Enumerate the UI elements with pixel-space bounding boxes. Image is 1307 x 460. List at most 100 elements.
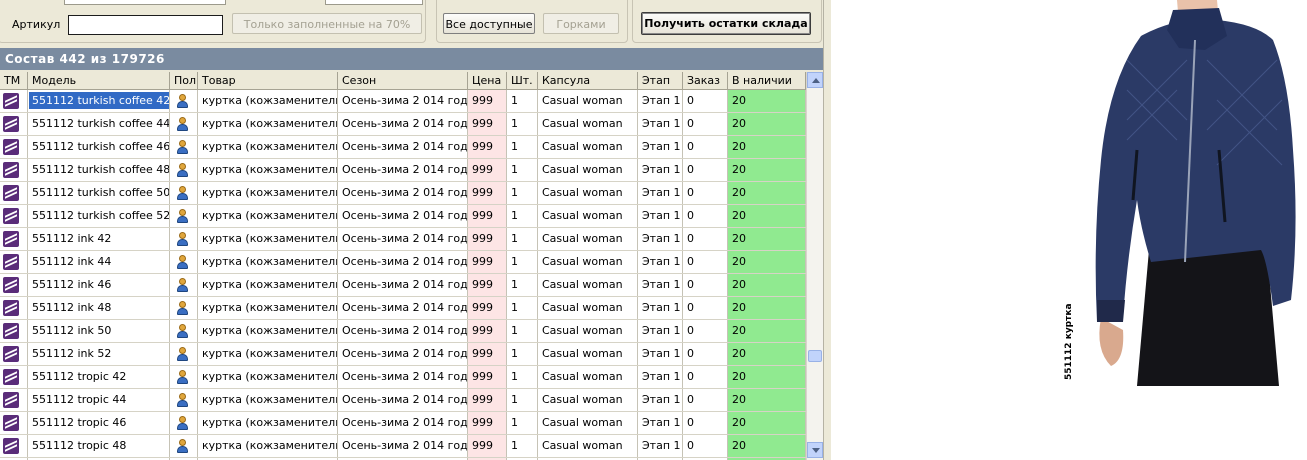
qty-cell[interactable]: 1 xyxy=(507,205,538,227)
avail-cell[interactable]: 20 xyxy=(728,435,806,457)
season-cell[interactable]: Осень-зима 2 014 года xyxy=(338,205,468,227)
avail-cell[interactable]: 20 xyxy=(728,159,806,181)
order-cell[interactable]: 0 xyxy=(683,228,728,250)
gender-column-header[interactable]: Пол xyxy=(170,72,198,89)
gender-cell[interactable] xyxy=(170,389,198,411)
item-cell[interactable]: куртка (кожзаменитель) xyxy=(198,182,338,204)
item-cell[interactable]: куртка (кожзаменитель) xyxy=(198,366,338,388)
price-cell[interactable]: 999 xyxy=(468,182,507,204)
avail-cell[interactable]: 20 xyxy=(728,228,806,250)
model-cell[interactable]: 551112 tropic 48 xyxy=(28,435,170,457)
avail-cell[interactable]: 20 xyxy=(728,274,806,296)
capsule-cell[interactable]: Casual woman xyxy=(538,251,638,273)
price-cell[interactable]: 999 xyxy=(468,366,507,388)
article-input[interactable] xyxy=(68,15,223,35)
qty-cell[interactable]: 1 xyxy=(507,182,538,204)
season-cell[interactable]: Осень-зима 2 014 года xyxy=(338,159,468,181)
capsule-cell[interactable]: Casual woman xyxy=(538,136,638,158)
avail-cell[interactable]: 20 xyxy=(728,90,806,112)
stage-cell[interactable]: Этап 1 xyxy=(638,251,683,273)
table-row[interactable]: 551112 ink 50 куртка (кожзаменитель) Осень… xyxy=(0,320,806,343)
model-cell[interactable]: 551112 turkish coffee 44 xyxy=(28,113,170,135)
avail-cell[interactable]: 20 xyxy=(728,412,806,434)
stage-cell[interactable]: Этап 1 xyxy=(638,90,683,112)
order-cell[interactable]: 0 xyxy=(683,435,728,457)
avail-cell[interactable]: 20 xyxy=(728,251,806,273)
capsule-cell[interactable]: Casual woman xyxy=(538,389,638,411)
order-cell[interactable]: 0 xyxy=(683,136,728,158)
qty-cell[interactable]: 1 xyxy=(507,251,538,273)
capsule-cell[interactable]: Casual woman xyxy=(538,182,638,204)
model-cell[interactable]: 551112 ink 46 xyxy=(28,274,170,296)
brand-cell[interactable] xyxy=(0,343,28,365)
table-row[interactable]: 551112 ink 46 куртка (кожзаменитель) Осень… xyxy=(0,274,806,297)
model-cell[interactable]: 551112 turkish coffee 42 xyxy=(28,90,170,112)
avail-cell[interactable]: 20 xyxy=(728,113,806,135)
qty-cell[interactable]: 1 xyxy=(507,90,538,112)
brand-cell[interactable] xyxy=(0,366,28,388)
availability-column-header[interactable]: В наличии xyxy=(728,72,806,89)
price-cell[interactable]: 999 xyxy=(468,389,507,411)
scroll-down-button[interactable] xyxy=(807,442,823,458)
gender-cell[interactable] xyxy=(170,113,198,135)
price-cell[interactable]: 999 xyxy=(468,297,507,319)
season-cell[interactable]: Осень-зима 2 014 года xyxy=(338,389,468,411)
model-cell[interactable]: 551112 ink 52 xyxy=(28,343,170,365)
table-row[interactable]: 551112 tropic 44 куртка (кожзаменитель) Ос… xyxy=(0,389,806,412)
gender-cell[interactable] xyxy=(170,228,198,250)
season-cell[interactable]: Осень-зима 2 014 года xyxy=(338,251,468,273)
avail-cell[interactable]: 20 xyxy=(728,297,806,319)
model-cell[interactable]: 551112 tropic 44 xyxy=(28,389,170,411)
capsule-cell[interactable]: Casual woman xyxy=(538,320,638,342)
stage-cell[interactable]: Этап 1 xyxy=(638,136,683,158)
price-cell[interactable]: 999 xyxy=(468,435,507,457)
qty-cell[interactable]: 1 xyxy=(507,274,538,296)
capsule-cell[interactable]: Casual woman xyxy=(538,159,638,181)
capsule-cell[interactable]: Casual woman xyxy=(538,205,638,227)
brand-cell[interactable] xyxy=(0,136,28,158)
order-cell[interactable]: 0 xyxy=(683,412,728,434)
season-cell[interactable]: Осень-зима 2 014 года xyxy=(338,412,468,434)
item-cell[interactable]: куртка (кожзаменитель) xyxy=(198,274,338,296)
qty-cell[interactable]: 1 xyxy=(507,297,538,319)
order-column-header[interactable]: Заказ xyxy=(683,72,728,89)
qty-cell[interactable]: 1 xyxy=(507,320,538,342)
all-available-button[interactable]: Все доступные xyxy=(443,13,535,34)
capsule-cell[interactable]: Casual woman xyxy=(538,228,638,250)
brand-cell[interactable] xyxy=(0,228,28,250)
avail-cell[interactable]: 20 xyxy=(728,182,806,204)
gender-cell[interactable] xyxy=(170,251,198,273)
capsule-column-header[interactable]: Капсула xyxy=(538,72,638,89)
table-row[interactable]: 551112 tropic 46 куртка (кожзаменитель) Ос… xyxy=(0,412,806,435)
gender-cell[interactable] xyxy=(170,297,198,319)
stage-cell[interactable]: Этап 1 xyxy=(638,205,683,227)
model-column-header[interactable]: Модель xyxy=(28,72,170,89)
order-cell[interactable]: 0 xyxy=(683,274,728,296)
price-cell[interactable]: 999 xyxy=(468,412,507,434)
table-row[interactable]: 551112 ink 44 куртка (кожзаменитель) Осень… xyxy=(0,251,806,274)
item-cell[interactable]: куртка (кожзаменитель) xyxy=(198,159,338,181)
avail-cell[interactable]: 20 xyxy=(728,366,806,388)
stage-cell[interactable]: Этап 1 xyxy=(638,435,683,457)
item-cell[interactable]: куртка (кожзаменитель) xyxy=(198,251,338,273)
brand-cell[interactable] xyxy=(0,435,28,457)
stage-cell[interactable]: Этап 1 xyxy=(638,113,683,135)
qty-cell[interactable]: 1 xyxy=(507,113,538,135)
order-cell[interactable]: 0 xyxy=(683,297,728,319)
season-cell[interactable]: Осень-зима 2 014 года xyxy=(338,182,468,204)
gender-cell[interactable] xyxy=(170,343,198,365)
price-cell[interactable]: 999 xyxy=(468,251,507,273)
season-cell[interactable]: Осень-зима 2 014 года xyxy=(338,297,468,319)
capsule-cell[interactable]: Casual woman xyxy=(538,113,638,135)
stage-cell[interactable]: Этап 1 xyxy=(638,228,683,250)
model-cell[interactable]: 551112 turkish coffee 48 xyxy=(28,159,170,181)
stage-cell[interactable]: Этап 1 xyxy=(638,343,683,365)
season-column-header[interactable]: Сезон xyxy=(338,72,468,89)
qty-cell[interactable]: 1 xyxy=(507,435,538,457)
model-cell[interactable]: 551112 ink 48 xyxy=(28,297,170,319)
price-cell[interactable]: 999 xyxy=(468,113,507,135)
model-cell[interactable]: 551112 turkish coffee 46 xyxy=(28,136,170,158)
brand-cell[interactable] xyxy=(0,320,28,342)
season-cell[interactable]: Осень-зима 2 014 года xyxy=(338,113,468,135)
stage-cell[interactable]: Этап 1 xyxy=(638,182,683,204)
